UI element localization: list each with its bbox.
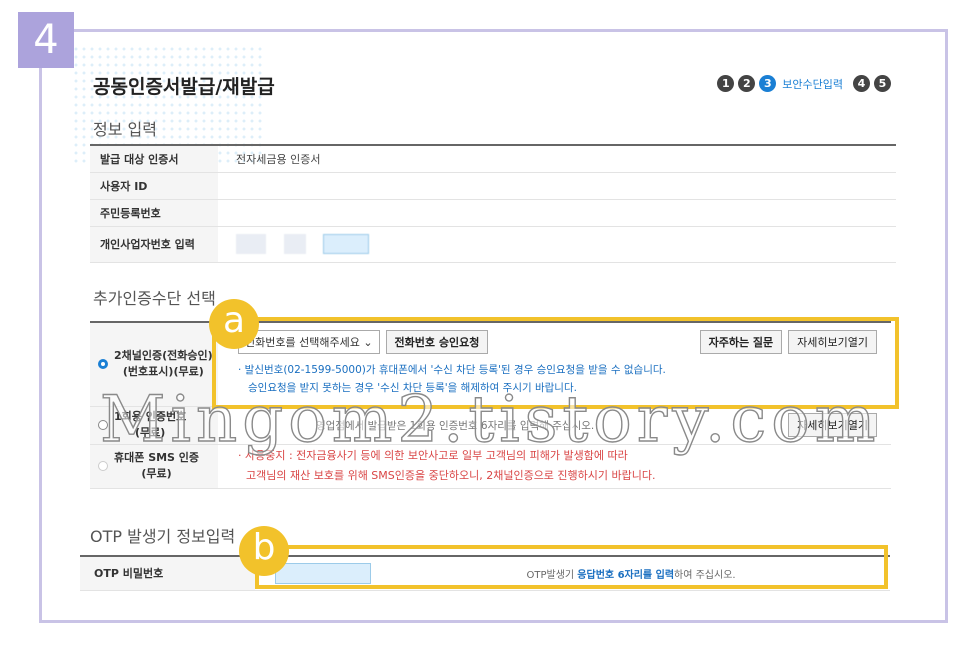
resident-number-value <box>218 199 896 227</box>
cert-type-label: 발급 대상 인증서 <box>90 144 218 173</box>
step-3-label: 보안수단입력 <box>782 77 843 91</box>
table-row: 발급 대상 인증서 전자세금용 인증서 <box>90 144 896 173</box>
step-2: 2 <box>738 75 756 92</box>
user-id-value <box>218 172 896 200</box>
step-5: 5 <box>874 75 891 92</box>
business-number-label: 개인사업자번호 입력 <box>90 226 218 263</box>
step-number-badge: 4 <box>18 12 74 68</box>
cert-type-value: 전자세금용 인증서 <box>218 144 896 173</box>
info-table: 발급 대상 인증서 전자세금용 인증서 사용자 ID 주민등록번호 개인사업자번… <box>90 144 896 263</box>
watermark: Mingom2.tistory.com <box>99 382 881 457</box>
business-number-input[interactable] <box>323 234 369 254</box>
step-4: 4 <box>853 75 870 92</box>
radio-2channel-selected[interactable] <box>98 359 108 370</box>
option-2channel-label-1: 2채널인증(전화승인) <box>114 349 213 363</box>
resident-number-label: 주민등록번호 <box>90 199 218 227</box>
business-number-fields <box>218 226 896 263</box>
page-title: 공동인증서발급/재발급 <box>93 76 275 98</box>
radio-sms-disabled <box>98 461 108 471</box>
info-section-title: 정보 입력 <box>93 120 157 139</box>
marker-a: a <box>209 299 259 349</box>
option-2channel-label-2: (번호표시)(무료) <box>122 365 204 379</box>
otp-section-title: OTP 발생기 정보입력 <box>90 527 236 546</box>
otp-password-label: OTP 비밀번호 <box>80 555 255 591</box>
step-3-active: 3 <box>759 75 777 92</box>
business-number-part2[interactable] <box>283 234 306 254</box>
marker-b: b <box>239 526 289 576</box>
auth-section-title: 추가인증수단 선택 <box>93 289 216 308</box>
business-number-part1[interactable] <box>236 234 266 254</box>
option-sms-label-2: (무료) <box>141 467 172 480</box>
table-row: 개인사업자번호 입력 <box>90 226 896 263</box>
table-row: 주민등록번호 <box>90 199 896 227</box>
step-indicator: 1 2 3 보안수단입력 4 5 <box>717 75 891 92</box>
step-1: 1 <box>717 75 735 92</box>
table-row: 사용자 ID <box>90 172 896 200</box>
sms-suspended-detail: 고객님의 재산 보호를 위해 SMS인증을 중단하오니, 2채널인증으로 진행하… <box>246 469 656 482</box>
highlight-box-b <box>255 545 888 589</box>
user-id-label: 사용자 ID <box>90 172 218 200</box>
